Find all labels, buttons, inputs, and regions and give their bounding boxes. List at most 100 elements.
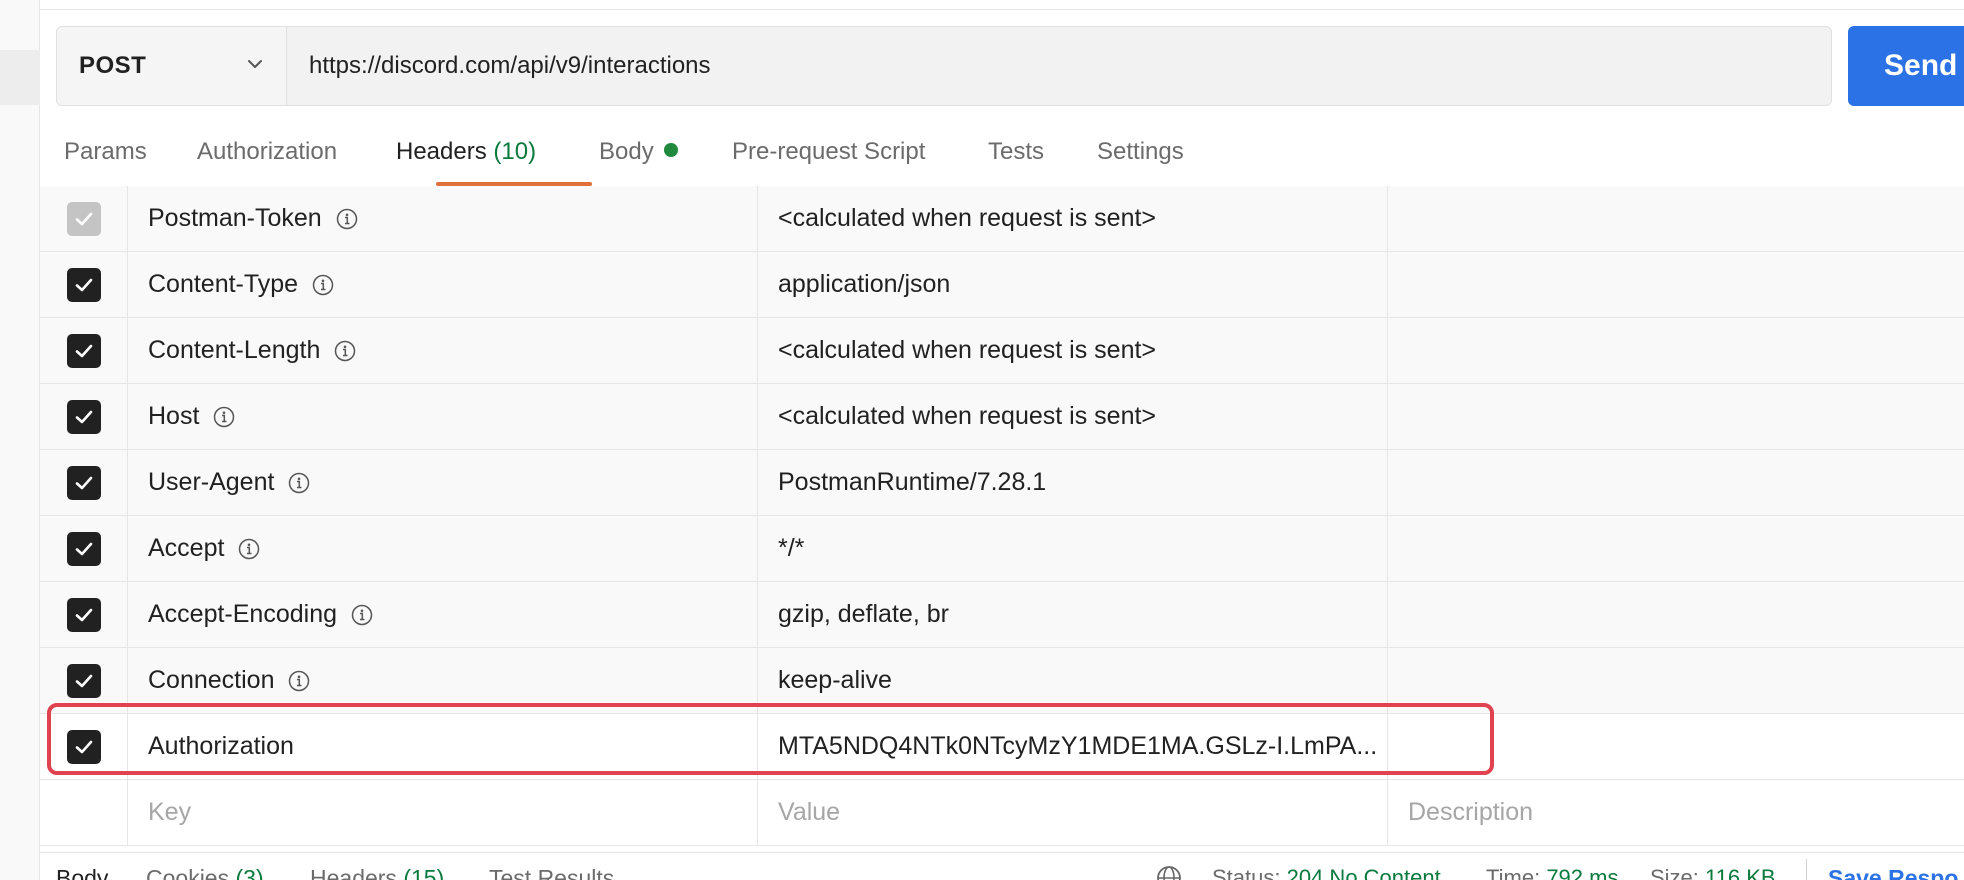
tab-pre-request-script[interactable]: Pre-request Script [732, 138, 925, 166]
header-key-cell[interactable]: Authorization [128, 714, 758, 779]
header-value-cell[interactable]: application/json [758, 252, 1388, 317]
tab-tests[interactable]: Tests [988, 138, 1044, 166]
row-checkbox-cell [40, 648, 128, 713]
header-description-cell[interactable] [1388, 516, 1964, 581]
row-checkbox-cell [40, 714, 128, 779]
time-readout[interactable]: Time: 792 ms [1486, 865, 1618, 880]
tab-count: (10) [493, 138, 537, 165]
tab-label: Headers [396, 138, 487, 165]
check-icon [73, 604, 95, 626]
url-input[interactable] [287, 27, 1831, 105]
header-description-cell[interactable] [1388, 648, 1964, 713]
row-checkbox[interactable] [66, 465, 101, 500]
row-checkbox-cell [40, 384, 128, 449]
info-icon[interactable] [351, 604, 373, 626]
header-description-cell[interactable] [1388, 384, 1964, 449]
tab-label: Params [64, 138, 147, 165]
method-dropdown[interactable]: POST [57, 27, 287, 105]
tab-headers[interactable]: Headers (10) [396, 138, 536, 166]
info-icon[interactable] [238, 538, 260, 560]
header-key-cell[interactable]: User-Agent [128, 450, 758, 515]
row-checkbox[interactable] [66, 597, 101, 632]
header-value: <calculated when request is sent> [778, 336, 1157, 364]
header-key: Content-Length [148, 336, 321, 364]
sidebar-active-item[interactable] [0, 50, 40, 105]
tab-authorization[interactable]: Authorization [197, 138, 337, 166]
header-value-cell[interactable]: MTA5NDQ4NTk0NTcyMzY1MDE1MA.GSLz-I.LmPA..… [758, 714, 1388, 779]
header-value: <calculated when request is sent> [778, 402, 1157, 430]
header-description-cell[interactable] [1388, 450, 1964, 515]
header-value-cell[interactable]: <calculated when request is sent> [758, 384, 1388, 449]
row-checkbox-cell [40, 252, 128, 317]
response-tab-headers[interactable]: Headers (15) [310, 865, 444, 880]
status-label: Status: [1212, 865, 1281, 880]
table-row: Accept-Encoding gzip, deflate, br [40, 582, 1964, 648]
check-icon [73, 340, 95, 362]
header-value: application/json [778, 270, 951, 298]
save-response-button[interactable]: Save Respo [1828, 865, 1958, 880]
row-checkbox[interactable] [66, 663, 101, 698]
header-key-cell[interactable]: Connection [128, 648, 758, 713]
table-row: Accept */* [40, 516, 1964, 582]
size-readout[interactable]: Size: 116 KB [1650, 865, 1776, 880]
header-description-cell[interactable] [1388, 714, 1964, 779]
response-tab-body[interactable]: Body [56, 865, 108, 880]
header-key-cell[interactable]: Content-Type [128, 252, 758, 317]
tab-label: Headers [310, 865, 397, 880]
send-button[interactable]: Send [1848, 26, 1964, 106]
new-key-input[interactable]: Key [128, 780, 758, 845]
header-value-cell[interactable]: keep-alive [758, 648, 1388, 713]
header-key: Accept [148, 534, 225, 562]
header-key-cell[interactable]: Content-Length [128, 318, 758, 383]
row-checkbox [66, 201, 101, 236]
info-icon[interactable] [336, 208, 358, 230]
table-row: Postman-Token <calculated when request is… [40, 186, 1964, 252]
tab-body[interactable]: Body [599, 138, 678, 166]
row-checkbox[interactable] [66, 267, 101, 302]
check-icon [73, 670, 95, 692]
tab-label: Authorization [197, 138, 338, 165]
header-description-cell[interactable] [1388, 318, 1964, 383]
header-description-cell[interactable] [1388, 252, 1964, 317]
row-checkbox-cell [40, 582, 128, 647]
info-icon[interactable] [312, 274, 334, 296]
response-tab-test-results[interactable]: Test Results [489, 865, 614, 880]
status-readout[interactable]: Status: 204 No Content [1212, 865, 1441, 880]
tab-params[interactable]: Params [64, 138, 147, 166]
header-value-cell[interactable]: PostmanRuntime/7.28.1 [758, 450, 1388, 515]
new-value-input[interactable]: Value [758, 780, 1388, 845]
header-key-cell[interactable]: Accept [128, 516, 758, 581]
header-key: Content-Type [148, 270, 299, 298]
header-key: Authorization [148, 732, 294, 760]
header-key-cell[interactable]: Postman-Token [128, 186, 758, 251]
header-value-cell[interactable]: <calculated when request is sent> [758, 186, 1388, 251]
header-value-cell[interactable]: gzip, deflate, br [758, 582, 1388, 647]
info-icon[interactable] [334, 340, 356, 362]
table-row: Host <calculated when request is sent> [40, 384, 1964, 450]
info-icon[interactable] [288, 472, 310, 494]
header-value-cell[interactable]: */* [758, 516, 1388, 581]
row-checkbox[interactable] [66, 531, 101, 566]
header-value: PostmanRuntime/7.28.1 [778, 468, 1047, 496]
request-tabs: Params Authorization Headers (10) Body P… [40, 126, 1964, 186]
header-description-cell[interactable] [1388, 186, 1964, 251]
header-value-cell[interactable]: <calculated when request is sent> [758, 318, 1388, 383]
row-checkbox[interactable] [66, 729, 101, 764]
tab-label: Test Results [489, 865, 615, 880]
tab-settings[interactable]: Settings [1097, 138, 1184, 166]
row-checkbox-cell [40, 186, 128, 251]
row-checkbox[interactable] [66, 399, 101, 434]
row-checkbox[interactable] [66, 333, 101, 368]
header-value: */* [778, 534, 805, 562]
new-description-input[interactable]: Description [1388, 780, 1964, 845]
top-divider [40, 0, 1964, 10]
globe-icon[interactable] [1156, 865, 1182, 880]
info-icon[interactable] [288, 670, 310, 692]
response-tab-cookies[interactable]: Cookies (3) [146, 865, 264, 880]
header-description-cell[interactable] [1388, 582, 1964, 647]
header-key-cell[interactable]: Accept-Encoding [128, 582, 758, 647]
header-key-cell[interactable]: Host [128, 384, 758, 449]
info-icon[interactable] [213, 406, 235, 428]
row-checkbox-cell [40, 780, 128, 845]
body-status-dot [663, 143, 678, 157]
